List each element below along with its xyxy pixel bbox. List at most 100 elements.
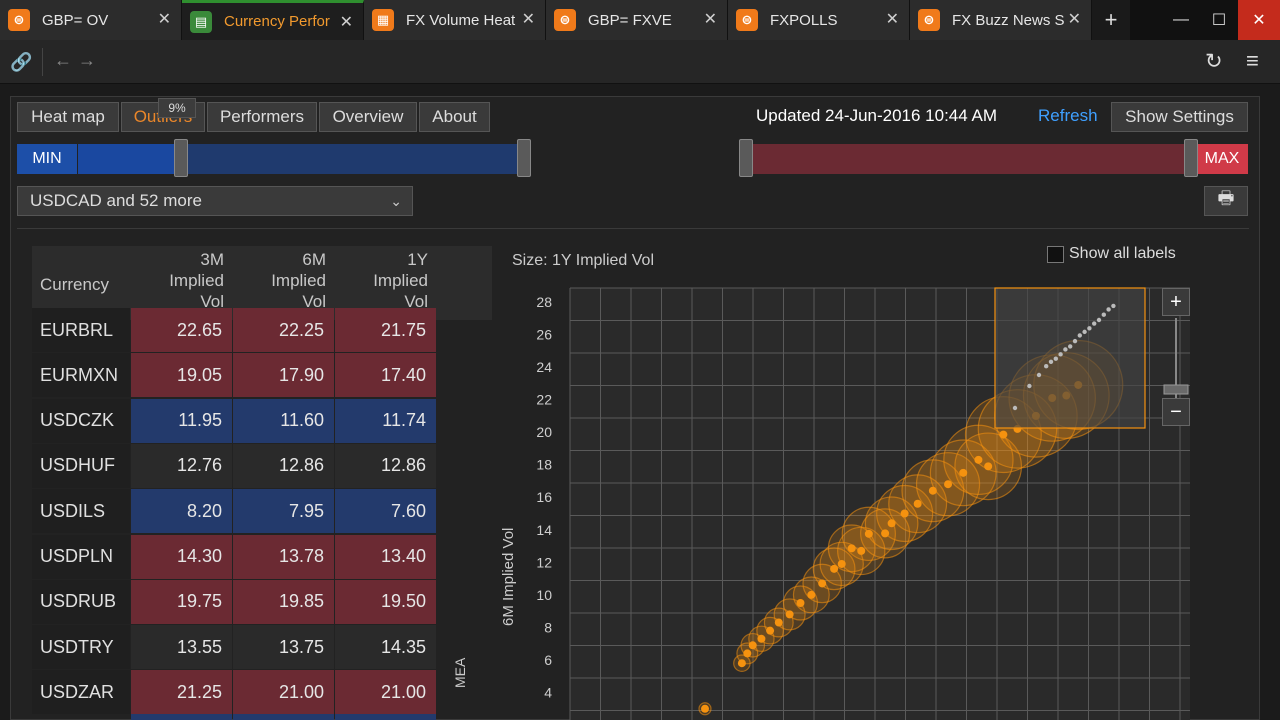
range-high-segment	[748, 144, 1188, 174]
about-button[interactable]: About	[419, 102, 490, 132]
vol-cell[interactable]: 14.30	[131, 534, 232, 579]
vol-cell[interactable]: 19.85	[233, 579, 334, 624]
vol-cell[interactable]: 21.75	[335, 308, 436, 352]
tab-title: FXPOLLS	[770, 11, 838, 29]
tab-title: FX Volume Heat	[406, 11, 516, 29]
vol-cell[interactable]: 21.00	[335, 670, 436, 715]
vol-cell[interactable]: 11.74	[335, 398, 436, 443]
currency-cell[interactable]: EURMXN	[32, 353, 130, 398]
tab-gbp-ov[interactable]: ⊜ GBP= OV ✕	[0, 0, 182, 40]
currency-select-value: USDCAD and 52 more	[30, 191, 202, 210]
currency-cell[interactable]: USDTRY	[32, 625, 130, 670]
close-icon[interactable]: ✕	[1068, 9, 1081, 29]
heat-map-button[interactable]: Heat map	[17, 102, 119, 132]
vol-cell[interactable]: 8.20	[131, 489, 232, 534]
currency-cell[interactable]: USDHUF	[32, 443, 130, 488]
region-group-label: MEA	[452, 657, 468, 688]
vol-cell[interactable]: 13.75	[233, 625, 334, 670]
close-icon[interactable]: ✕	[522, 9, 535, 29]
range-low-segment	[78, 144, 176, 174]
add-tab-button[interactable]: +	[1092, 0, 1130, 40]
vol-cell[interactable]: 17.40	[335, 353, 436, 398]
close-icon[interactable]: ✕	[886, 9, 899, 29]
toolbar: 🔗 ← → ↻ ≡	[0, 40, 1280, 84]
vol-cell[interactable]: 21.25	[131, 670, 232, 715]
printer-icon: 🖶	[1217, 188, 1235, 208]
close-icon[interactable]: ✕	[158, 9, 171, 29]
header-line: 3M	[200, 250, 224, 269]
currency-cell[interactable]: USDZAR	[32, 670, 130, 715]
overview-button[interactable]: Overview	[319, 102, 417, 132]
close-icon[interactable]: ✕	[704, 9, 717, 29]
vol-cell[interactable]: 17.90	[233, 353, 334, 398]
refinitiv-logo-icon: ⊜	[736, 9, 758, 31]
slider-handle-2[interactable]	[517, 139, 531, 177]
vol-cell[interactable]: 7.95	[233, 489, 334, 534]
tab-currency-performance[interactable]: ▤ Currency Perfor ✕	[182, 0, 364, 40]
vol-cell[interactable]: 13.55	[131, 625, 232, 670]
slider-handle-3[interactable]	[739, 139, 753, 177]
reload-icon[interactable]: ↻	[1205, 49, 1223, 74]
currency-select[interactable]: USDCAD and 52 more ⌄	[17, 186, 413, 216]
forward-arrow-icon[interactable]: →	[78, 50, 96, 71]
vol-cell[interactable]: 14.35	[335, 625, 436, 670]
header-line: 1Y	[407, 250, 428, 269]
vol-cell[interactable]: 21.00	[233, 670, 334, 715]
vol-cell[interactable]: 22.65	[131, 308, 232, 352]
vol-cell[interactable]: 11.95	[131, 398, 232, 443]
slider-handle-4[interactable]	[1184, 139, 1198, 177]
vol-cell[interactable]: 19.75	[131, 579, 232, 624]
header-line: 6M	[302, 250, 326, 269]
vol-cell[interactable]: 13.78	[233, 534, 334, 579]
vol-cell[interactable]: 12.86	[335, 443, 436, 488]
refinitiv-logo-icon: ⊜	[554, 9, 576, 31]
vol-cell[interactable]: 19.50	[335, 579, 436, 624]
currency-cell[interactable]: USDCZK	[32, 398, 130, 443]
vol-cell[interactable]: 7.60	[335, 489, 436, 534]
window-close-icon[interactable]: ✕	[1238, 0, 1280, 40]
table-row-partial	[335, 714, 436, 720]
min-label: MIN	[32, 150, 62, 167]
updated-timestamp: Updated 24-Jun-2016 10:44 AM	[756, 106, 998, 125]
app-chart-icon: ▤	[190, 10, 212, 33]
vol-cell[interactable]: 22.25	[233, 308, 334, 352]
show-settings-button[interactable]: Show Settings	[1111, 102, 1248, 132]
currency-cell[interactable]: USDILS	[32, 489, 130, 534]
vol-cell[interactable]: 19.05	[131, 353, 232, 398]
refresh-link[interactable]: Refresh	[1038, 106, 1098, 126]
slider-handle-1[interactable]	[174, 139, 188, 177]
zoom-in-button[interactable]: +	[1162, 288, 1190, 316]
vol-cell[interactable]: 12.76	[131, 443, 232, 488]
vol-cell[interactable]: 13.40	[335, 534, 436, 579]
vol-cell[interactable]: 12.86	[233, 443, 334, 488]
y-axis-title: 6M Implied Vol	[500, 527, 517, 626]
heatmap-icon: ▦	[372, 9, 394, 31]
currency-cell[interactable]: USDPLN	[32, 534, 130, 579]
tab-title: GBP= OV	[42, 11, 109, 29]
show-all-labels-checkbox[interactable]	[1047, 246, 1064, 263]
max-label: MAX	[1204, 150, 1240, 167]
maximize-icon[interactable]: ☐	[1200, 0, 1238, 40]
tab-gbp-fxve[interactable]: ⊜ GBP= FXVE ✕	[546, 0, 728, 40]
currency-cell[interactable]: USDRUB	[32, 579, 130, 624]
minimize-icon[interactable]: —	[1162, 0, 1200, 40]
show-all-labels-label[interactable]: Show all labels	[1069, 245, 1176, 263]
header-line: Implied	[169, 271, 224, 290]
tab-fx-volume-heat[interactable]: ▦ FX Volume Heat ✕	[364, 0, 546, 40]
zoom-out-button[interactable]: −	[1162, 398, 1190, 426]
tab-fx-buzz-news[interactable]: ⊜ FX Buzz News S ✕	[910, 0, 1092, 40]
hamburger-menu-icon[interactable]: ≡	[1246, 48, 1259, 74]
print-button[interactable]: 🖶	[1204, 186, 1248, 216]
tab-fxpolls[interactable]: ⊜ FXPOLLS ✕	[728, 0, 910, 40]
chevron-down-icon: ⌄	[390, 193, 402, 209]
tab-bar: ⊜ GBP= OV ✕ ▤ Currency Perfor ✕ ▦ FX Vol…	[0, 0, 1280, 40]
performers-button[interactable]: Performers	[207, 102, 317, 132]
table-row-partial	[233, 714, 334, 720]
refinitiv-logo-icon: ⊜	[8, 9, 30, 31]
back-arrow-icon[interactable]: ←	[54, 50, 72, 71]
close-icon[interactable]: ✕	[340, 12, 353, 32]
currency-cell[interactable]: EURBRL	[32, 308, 130, 352]
link-icon[interactable]: 🔗	[10, 52, 32, 73]
vol-cell[interactable]: 11.60	[233, 398, 334, 443]
chart-size-label: Size: 1Y Implied Vol	[512, 252, 655, 269]
